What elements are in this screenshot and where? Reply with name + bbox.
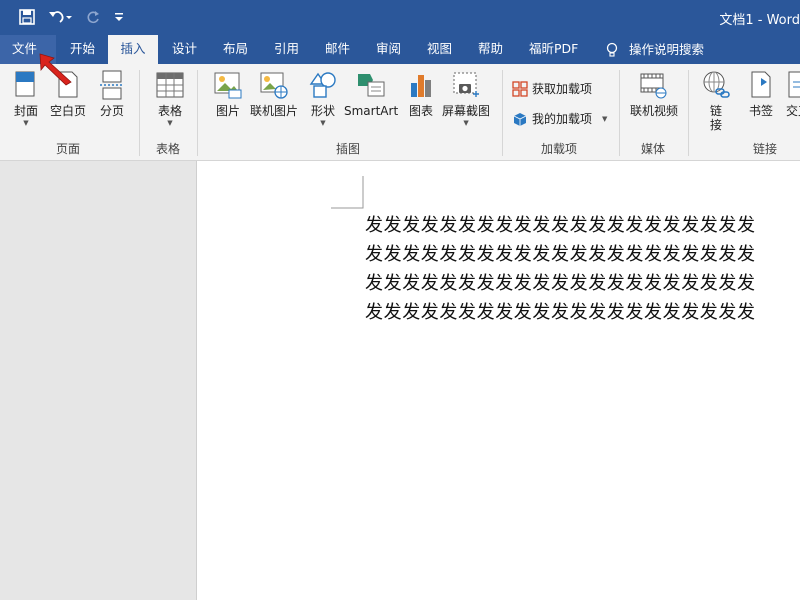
online-pictures-button[interactable]: 联机图片 (250, 69, 298, 118)
tab-view[interactable]: 视图 (427, 35, 452, 64)
group-illustrations-label: 插图 (336, 142, 361, 156)
link-label-line1: 链 (709, 104, 722, 118)
undo-icon[interactable] (46, 5, 74, 29)
tab-references[interactable]: 引用 (274, 35, 299, 64)
window-title: 文档1 - Word (719, 13, 800, 28)
get-addins-button[interactable]: 获取加载项 (512, 80, 592, 97)
online-video-label: 联机视频 (630, 104, 679, 118)
title-bar: 文档1 - Word (0, 0, 800, 35)
online-video-icon (638, 69, 670, 101)
ribbon-tabs: 文件 开始 插入 设计 布局 引用 邮件 审阅 视图 帮助 福昕PDF 操作说明… (0, 35, 800, 64)
page-break-button[interactable]: 分页 (96, 69, 128, 118)
get-addins-label: 获取加载项 (532, 82, 593, 96)
bookmark-label: 书签 (748, 104, 773, 118)
screenshot-label: 屏幕截图 (442, 104, 491, 118)
group-media-label: 媒体 (641, 142, 666, 156)
table-button[interactable]: 表格 ▼ (154, 69, 186, 127)
smartart-button[interactable]: SmartArt (344, 69, 398, 118)
tab-help[interactable]: 帮助 (478, 35, 503, 64)
pictures-button[interactable]: 图片 (212, 69, 244, 118)
margin-corner-mark (331, 176, 364, 209)
link-button[interactable]: 链 接 (700, 69, 732, 132)
chart-button[interactable]: 图表 (405, 69, 437, 118)
left-margin-area (0, 161, 196, 600)
tab-layout[interactable]: 布局 (223, 35, 248, 64)
page-break-label: 分页 (99, 104, 124, 118)
tab-review[interactable]: 审阅 (376, 35, 401, 64)
link-label-line2: 接 (709, 118, 722, 132)
table-icon (154, 69, 186, 101)
cross-reference-label: 交叉 (785, 104, 800, 118)
group-pages-label: 页面 (56, 142, 81, 156)
chart-label: 图表 (408, 104, 433, 118)
cover-page-label: 封面 (13, 104, 38, 118)
group-divider (139, 70, 140, 156)
redo-icon[interactable] (82, 5, 104, 29)
document-text-line[interactable]: 发发发发发发发发发发发发发发发发发发发发发 (365, 298, 756, 324)
my-addins-button[interactable]: 我的加载项 ▼ (512, 110, 607, 127)
chevron-down-icon: ▼ (463, 119, 469, 127)
table-label: 表格 (157, 104, 182, 118)
shapes-icon (307, 69, 339, 101)
smartart-icon (355, 69, 387, 101)
online-video-button[interactable]: 联机视频 (630, 69, 678, 118)
lightbulb-icon (606, 42, 618, 57)
bookmark-button[interactable]: 书签 (745, 69, 777, 118)
document-page[interactable]: 发发发发发发发发发发发发发发发发发发发发发 发发发发发发发发发发发发发发发发发发… (196, 161, 800, 600)
screenshot-icon (450, 69, 482, 101)
addin-icon (512, 111, 528, 127)
group-links-label: 链接 (753, 142, 778, 156)
tell-me-label: 操作说明搜索 (629, 41, 705, 57)
tell-me-search[interactable]: 操作说明搜索 (605, 35, 704, 64)
group-divider (502, 70, 503, 156)
pictures-icon (212, 69, 244, 101)
page-break-icon (96, 69, 128, 101)
red-arrow-annotation-icon (38, 52, 74, 90)
blank-page-label: 空白页 (50, 104, 87, 118)
tab-foxit-pdf[interactable]: 福昕PDF (529, 35, 578, 64)
online-pictures-icon (258, 69, 290, 101)
link-icon (700, 69, 732, 101)
cross-reference-icon (782, 69, 800, 101)
tab-insert[interactable]: 插入 (108, 35, 158, 64)
tab-design[interactable]: 设计 (172, 35, 197, 64)
customize-qat-icon[interactable] (110, 5, 128, 29)
chevron-down-icon: ▼ (23, 119, 29, 127)
document-text-line[interactable]: 发发发发发发发发发发发发发发发发发发发发发 (365, 240, 756, 266)
shapes-label: 形状 (310, 104, 335, 118)
document-text-line[interactable]: 发发发发发发发发发发发发发发发发发发发发发 (365, 211, 756, 237)
group-divider (619, 70, 620, 156)
ribbon: 封面 ▼ 空白页 分页 页面 表格 ▼ 表格 图片 联机图片 形状 ▼ Smar… (0, 64, 800, 161)
bookmark-icon (745, 69, 777, 101)
chevron-down-icon: ▼ (602, 114, 608, 123)
pictures-label: 图片 (215, 104, 240, 118)
save-icon[interactable] (16, 5, 38, 29)
chart-icon (405, 69, 437, 101)
shapes-button[interactable]: 形状 ▼ (307, 69, 339, 127)
my-addins-label: 我的加载项 (532, 112, 593, 126)
group-divider (688, 70, 689, 156)
group-addins-label: 加载项 (541, 142, 578, 156)
chevron-down-icon: ▼ (320, 119, 326, 127)
smartart-label: SmartArt (344, 104, 399, 118)
screenshot-button[interactable]: 屏幕截图 ▼ (442, 69, 490, 127)
group-tables-label: 表格 (156, 142, 181, 156)
group-divider (197, 70, 198, 156)
online-pictures-label: 联机图片 (250, 104, 299, 118)
store-icon (512, 80, 528, 97)
chevron-down-icon: ▼ (167, 119, 173, 127)
document-text-line[interactable]: 发发发发发发发发发发发发发发发发发发发发发 (365, 269, 756, 295)
cross-reference-button[interactable]: 交叉 (782, 69, 800, 118)
tab-mailings[interactable]: 邮件 (325, 35, 350, 64)
link-label: 链 接 (710, 104, 722, 132)
